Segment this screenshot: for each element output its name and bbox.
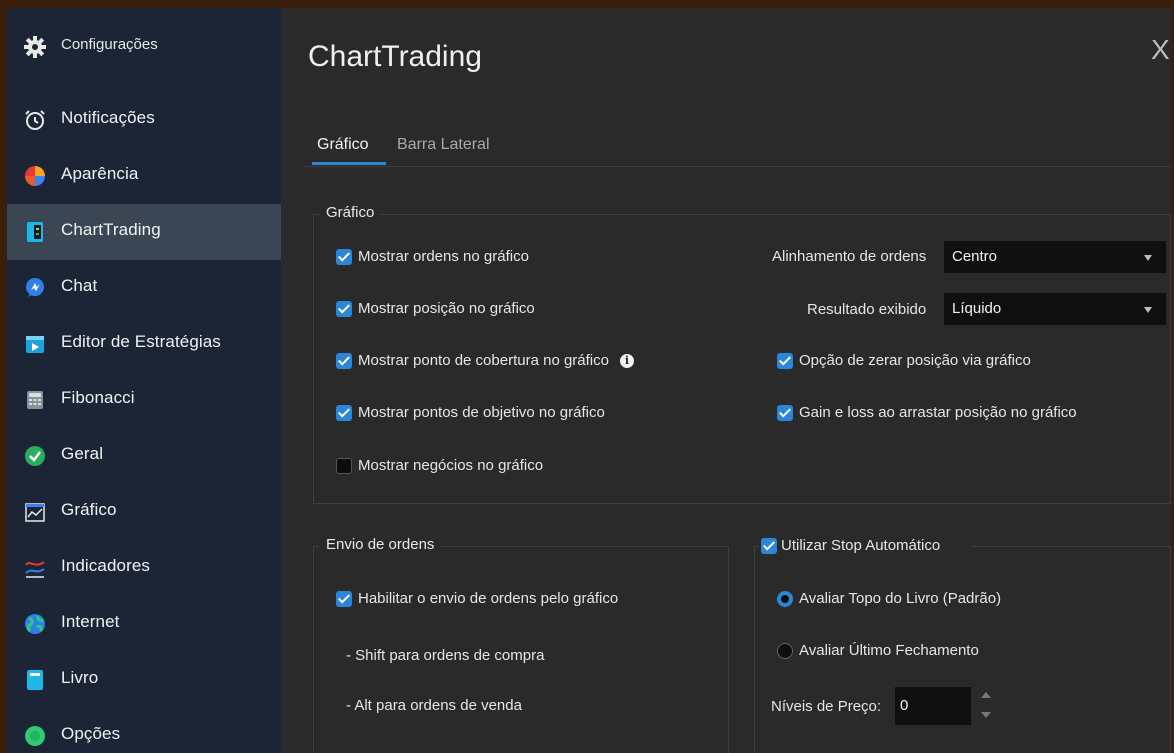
- label-mostrar-posicao: Mostrar posição no gráfico: [358, 300, 535, 317]
- checkbox-mostrar-ponto-cobertura[interactable]: [336, 353, 352, 369]
- label-topo-livro: Avaliar Topo do Livro (Padrão): [799, 590, 1002, 607]
- envio-ordens-group: Envio de ordens Habilitar o envio de ord…: [313, 536, 729, 753]
- sidebar-item-grafico[interactable]: Gráfico: [7, 484, 281, 540]
- color-wheel-icon: [25, 166, 45, 186]
- label-zerar-posicao: Opção de zerar posição via gráfico: [799, 352, 1031, 369]
- sidebar-item-label: Notificações: [61, 108, 155, 127]
- check-circle-icon: [25, 446, 45, 466]
- label-stop-automatico: Utilizar Stop Automático: [781, 537, 941, 554]
- checkbox-habilitar-envio[interactable]: [336, 591, 352, 607]
- globe-icon: [25, 614, 45, 634]
- alinhamento-value: Centro: [952, 248, 998, 265]
- grafico-group: Gráfico Mostrar ordens no gráfico Mostra…: [313, 204, 1171, 504]
- options-icon: [25, 726, 45, 746]
- niveis-preco-value: 0: [900, 697, 909, 714]
- label-mostrar-ordens: Mostrar ordens no gráfico: [358, 248, 529, 265]
- play-editor-icon: [26, 336, 44, 353]
- spin-down-icon[interactable]: [981, 712, 991, 718]
- main-panel: ChartTrading X Gráfico Barra Lateral Grá…: [281, 8, 1171, 753]
- spin-up-icon[interactable]: [981, 692, 991, 698]
- tab-grafico[interactable]: Gráfico: [317, 136, 369, 154]
- charttrading-icon: [27, 222, 43, 242]
- hint-alt: - Alt para ordens de venda: [346, 697, 522, 714]
- chat-icon: [26, 278, 44, 297]
- grafico-group-legend: Gráfico: [320, 204, 381, 221]
- label-ultimo-fechamento: Avaliar Último Fechamento: [799, 642, 979, 659]
- sidebar-item-indicadores[interactable]: Indicadores: [7, 540, 281, 596]
- label-gain-loss: Gain e loss ao arrastar posição no gráfi…: [799, 404, 1077, 421]
- label-mostrar-negocios: Mostrar negócios no gráfico: [358, 457, 544, 474]
- checkbox-zerar-posicao[interactable]: [777, 353, 793, 369]
- sidebar-item-label: Gráfico: [61, 500, 117, 519]
- sidebar-item-aparencia[interactable]: Aparência: [7, 148, 281, 204]
- sidebar: Configurações Notificações Aparência Cha…: [7, 8, 281, 753]
- envio-ordens-legend: Envio de ordens: [320, 536, 441, 553]
- sidebar-item-opcoes[interactable]: Opções: [7, 708, 281, 753]
- tab-bar: Gráfico Barra Lateral: [305, 124, 1171, 167]
- alarm-clock-icon: [25, 110, 45, 130]
- checkbox-gain-loss[interactable]: [777, 405, 793, 421]
- resultado-value: Líquido: [952, 300, 1002, 317]
- radio-topo-livro[interactable]: [777, 591, 793, 607]
- settings-window: Configurações Notificações Aparência Cha…: [7, 8, 1171, 753]
- checkbox-stop-automatico[interactable]: [761, 538, 777, 554]
- sidebar-header: Configurações: [7, 8, 281, 80]
- niveis-preco-input[interactable]: 0: [895, 687, 971, 725]
- radio-ultimo-fechamento[interactable]: [777, 643, 793, 659]
- stop-automatico-group: Utilizar Stop Automático Avaliar Topo do…: [754, 535, 1171, 753]
- label-mostrar-ponto-cobertura: Mostrar ponto de cobertura no gráfico: [358, 352, 609, 369]
- sidebar-item-label: Livro: [61, 668, 99, 687]
- gear-icon: [24, 36, 46, 58]
- chevron-down-icon: [1144, 255, 1152, 261]
- sidebar-item-label: Editor de Estratégias: [61, 332, 221, 351]
- label-habilitar-envio: Habilitar o envio de ordens pelo gráfico: [358, 590, 619, 607]
- hint-shift: - Shift para ordens de compra: [346, 647, 545, 664]
- checkbox-mostrar-pontos-objetivo[interactable]: [336, 405, 352, 421]
- calculator-icon: [27, 391, 43, 409]
- sidebar-item-notificacoes[interactable]: Notificações: [7, 92, 281, 148]
- label-mostrar-pontos-objetivo: Mostrar pontos de objetivo no gráfico: [358, 404, 605, 421]
- label-alinhamento: Alinhamento de ordens: [772, 248, 927, 265]
- chevron-down-icon: [1144, 307, 1152, 313]
- sidebar-item-label: Chat: [61, 276, 98, 295]
- resultado-select[interactable]: Líquido: [944, 293, 1166, 325]
- sidebar-item-label: Indicadores: [61, 556, 150, 575]
- sidebar-item-label: Internet: [61, 612, 120, 631]
- sidebar-item-editor-estrategias[interactable]: Editor de Estratégias: [7, 316, 281, 372]
- alinhamento-select[interactable]: Centro: [944, 241, 1166, 273]
- tab-barra-lateral[interactable]: Barra Lateral: [397, 136, 490, 154]
- sidebar-item-internet[interactable]: Internet: [7, 596, 281, 652]
- sidebar-item-livro[interactable]: Livro: [7, 652, 281, 708]
- label-niveis-preco: Níveis de Preço:: [771, 698, 882, 715]
- chart-icon: [25, 503, 45, 522]
- active-tab-indicator: [312, 162, 386, 165]
- sidebar-item-label: Geral: [61, 444, 104, 463]
- book-icon: [27, 670, 43, 690]
- info-icon[interactable]: i: [620, 354, 634, 368]
- sidebar-header-label: Configurações: [61, 36, 158, 53]
- stop-automatico-legend: Utilizar Stop Automático: [759, 535, 971, 557]
- checkbox-mostrar-ordens[interactable]: [336, 249, 352, 265]
- sidebar-item-charttrading[interactable]: ChartTrading: [7, 204, 281, 260]
- sidebar-item-label: Aparência: [61, 164, 139, 183]
- label-resultado: Resultado exibido: [807, 301, 927, 318]
- checkbox-mostrar-negocios[interactable]: [336, 458, 352, 474]
- sidebar-item-chat[interactable]: Chat: [7, 260, 281, 316]
- sidebar-item-label: Fibonacci: [61, 388, 135, 407]
- checkbox-mostrar-posicao[interactable]: [336, 301, 352, 317]
- sidebar-item-geral[interactable]: Geral: [7, 428, 281, 484]
- sidebar-item-label: ChartTrading: [61, 220, 161, 239]
- page-title: ChartTrading: [308, 40, 482, 73]
- sidebar-item-fibonacci[interactable]: Fibonacci: [7, 372, 281, 428]
- sidebar-item-label: Opções: [61, 724, 121, 743]
- indicators-icon: [25, 561, 45, 578]
- close-icon[interactable]: X: [1151, 36, 1170, 64]
